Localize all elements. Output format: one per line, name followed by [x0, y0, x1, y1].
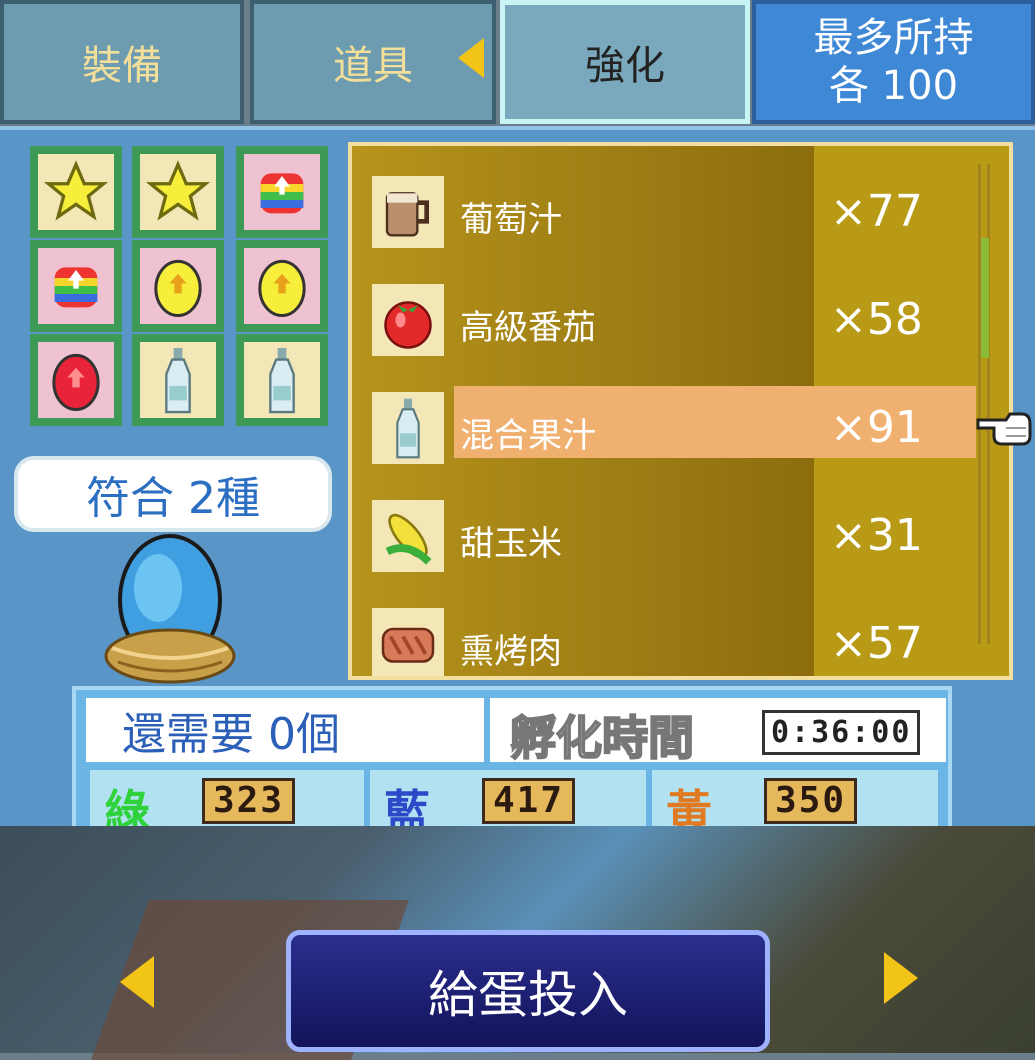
ingredient-slot[interactable]	[30, 334, 122, 426]
ingredient-slot[interactable]	[30, 240, 122, 332]
bottle-icon	[165, 347, 191, 414]
next-page-arrow-icon[interactable]	[884, 952, 918, 1004]
stat-green: 綠 323	[90, 770, 364, 839]
stat-value: 417	[482, 778, 576, 824]
remaining-needed-box: 還需要 0個	[86, 698, 484, 762]
match-count-text: 符合 2種	[86, 473, 260, 524]
ingredient-slot[interactable]	[236, 334, 328, 426]
tab-enhance[interactable]: 強化	[500, 0, 750, 124]
scrollbar-thumb[interactable]	[981, 238, 989, 358]
red-egg-icon	[52, 353, 100, 412]
tab-items-label: 道具	[333, 43, 413, 89]
insert-egg-button[interactable]: 給蛋投入	[286, 930, 770, 1052]
bottle-icon	[372, 392, 444, 464]
hatch-time-label: 孵化時間	[509, 710, 695, 766]
egg-nest-icon	[104, 534, 236, 684]
list-item[interactable]: 甜玉米 ×31	[372, 500, 972, 578]
hatch-time-value: 0:36:00	[762, 710, 921, 755]
ingredient-slot[interactable]	[132, 240, 224, 332]
prev-page-arrow-icon[interactable]	[120, 956, 154, 1008]
star-icon	[145, 160, 211, 221]
item-quantity: ×31	[830, 510, 923, 561]
ingredient-slot[interactable]	[236, 240, 328, 332]
ingredient-slot[interactable]	[132, 146, 224, 238]
item-name: 葡萄汁	[460, 200, 562, 240]
item-name: 甜玉米	[460, 524, 562, 564]
meat-icon	[372, 608, 444, 676]
max-hold-panel: 最多所持 各 100	[752, 0, 1035, 124]
yellow-egg-icon	[154, 259, 202, 318]
match-count-bubble: 符合 2種	[14, 456, 332, 532]
stat-blue: 藍 417	[370, 770, 646, 839]
stat-value: 350	[764, 778, 858, 824]
rainbow-pot-icon	[260, 173, 304, 214]
max-hold-value: 各 100	[828, 63, 959, 109]
list-item[interactable]: 葡萄汁 ×77	[372, 176, 972, 254]
stat-yellow: 黃 350	[652, 770, 938, 839]
corn-icon	[372, 500, 444, 572]
tab-equipment-label: 裝備	[82, 43, 162, 89]
hatch-time-box: 孵化時間 0:36:00	[490, 698, 946, 766]
star-icon	[43, 160, 109, 221]
ingredient-slot[interactable]	[236, 146, 328, 238]
mug-icon	[372, 176, 444, 248]
item-quantity: ×57	[830, 618, 923, 669]
item-name: 高級番茄	[460, 308, 596, 348]
list-item[interactable]: 高級番茄 ×58	[372, 284, 972, 362]
rainbow-pot-icon	[54, 267, 98, 308]
stat-value: 323	[202, 778, 296, 824]
ingredient-slot[interactable]	[132, 334, 224, 426]
item-quantity: ×91	[830, 402, 923, 453]
list-item[interactable]: 熏烤肉 ×57	[372, 608, 972, 676]
item-quantity: ×77	[830, 186, 923, 237]
pointing-hand-icon	[976, 412, 1032, 446]
tab-prev-arrow-icon[interactable]	[458, 38, 484, 78]
yellow-egg-icon	[258, 259, 306, 318]
tab-enhance-label: 強化	[585, 43, 665, 89]
list-item-selected[interactable]: 混合果汁 ×91	[372, 386, 976, 470]
item-quantity: ×58	[830, 294, 923, 345]
tomato-icon	[372, 284, 444, 356]
item-name: 熏烤肉	[460, 632, 562, 672]
max-hold-label: 最多所持	[813, 15, 974, 61]
ingredient-slot[interactable]	[30, 146, 122, 238]
item-list[interactable]: 葡萄汁 ×77 高級番茄 ×58 混合果汁 ×91 甜玉米 ×31 熏烤肉 ×5…	[348, 142, 1013, 680]
remaining-needed-text: 還需要 0個	[122, 709, 340, 760]
item-name: 混合果汁	[460, 416, 596, 456]
insert-egg-label: 給蛋投入	[428, 966, 628, 1024]
tab-equipment[interactable]: 裝備	[0, 0, 244, 124]
bottle-icon	[269, 347, 295, 414]
